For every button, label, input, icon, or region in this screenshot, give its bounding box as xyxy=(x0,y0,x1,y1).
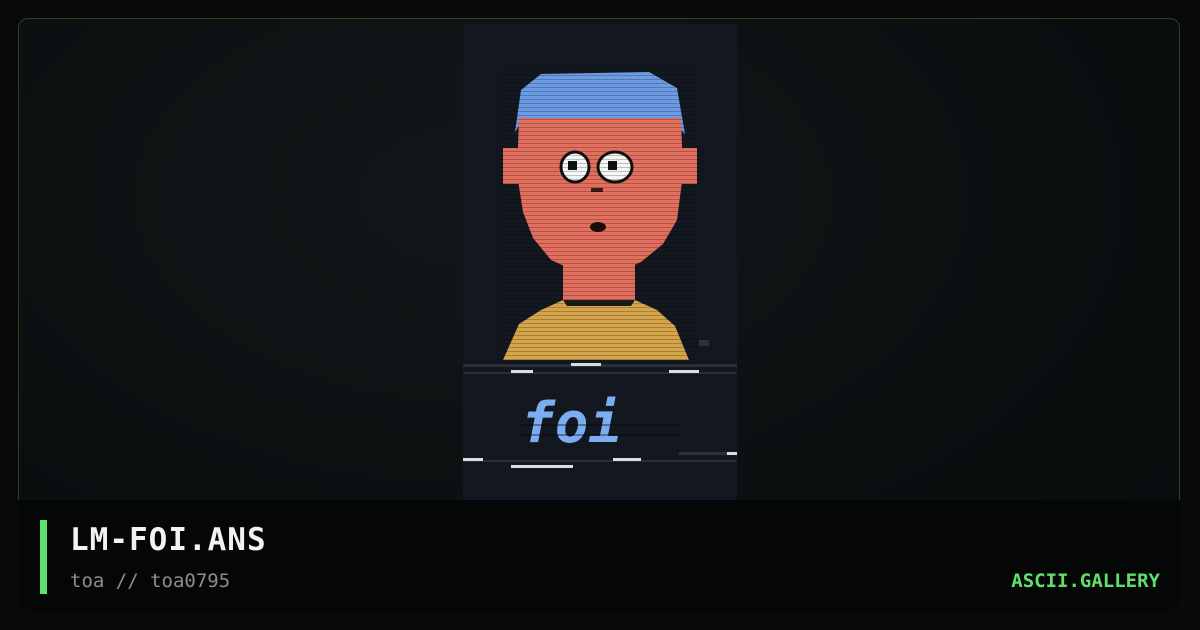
artwork-title: LM-FOI.ANS xyxy=(70,522,267,558)
art-text: foi xyxy=(521,391,622,456)
info-footer: LM-FOI.ANS toa // toa0795 ASCII.GALLERY xyxy=(18,500,1180,610)
site-name[interactable]: ASCII.GALLERY xyxy=(1011,570,1160,592)
accent-bar xyxy=(40,520,47,594)
ansi-portrait-image: foi xyxy=(463,68,737,468)
ansi-artwork: foi xyxy=(463,24,737,500)
artwork-author: toa // toa0795 xyxy=(70,570,231,592)
